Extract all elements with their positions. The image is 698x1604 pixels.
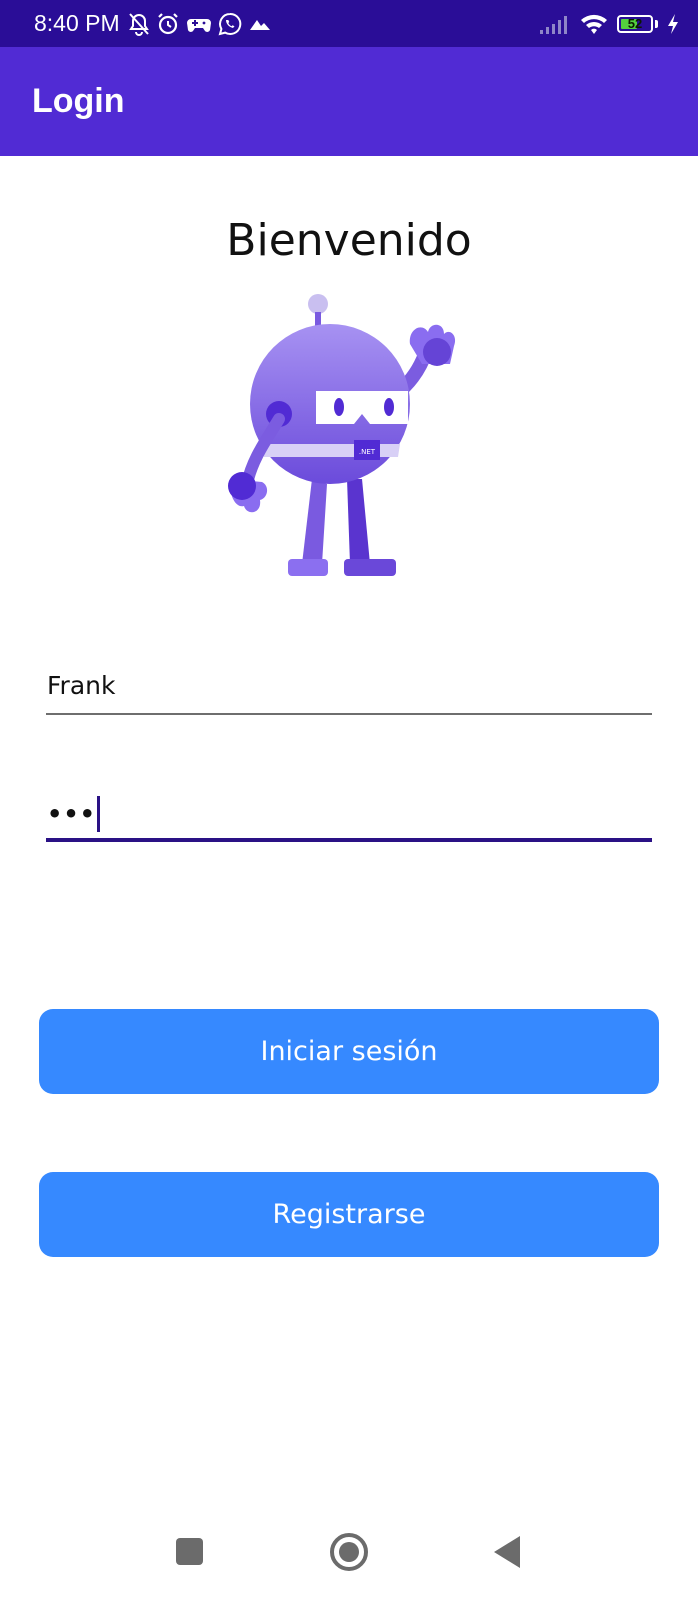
recents-icon[interactable] bbox=[176, 1538, 203, 1565]
register-button[interactable]: Registrarse bbox=[39, 1172, 659, 1257]
text-cursor bbox=[97, 796, 101, 832]
username-field[interactable]: Frank bbox=[46, 665, 652, 715]
battery-icon: 52 bbox=[617, 14, 653, 33]
username-value: Frank bbox=[47, 671, 116, 700]
whatsapp-icon bbox=[218, 12, 242, 36]
alarm-icon bbox=[156, 12, 180, 36]
mountain-icon bbox=[248, 14, 272, 34]
gamepad-icon bbox=[186, 13, 212, 35]
back-icon[interactable] bbox=[494, 1536, 520, 1568]
signal-icon bbox=[539, 13, 571, 35]
status-right: 52 bbox=[539, 12, 680, 36]
status-time: 8:40 PM bbox=[34, 10, 120, 36]
battery-level: 52 bbox=[627, 16, 643, 31]
wifi-icon bbox=[579, 12, 609, 36]
login-button[interactable]: Iniciar sesión bbox=[39, 1009, 659, 1094]
status-bar: 8:40 PM 52 bbox=[0, 0, 698, 47]
home-icon[interactable] bbox=[330, 1533, 368, 1571]
bell-off-icon bbox=[128, 12, 150, 36]
dotnet-bot-illustration: .NET bbox=[222, 294, 472, 594]
password-masked-value: ••• bbox=[47, 800, 97, 828]
dotnet-badge: .NET bbox=[359, 448, 376, 456]
password-field[interactable]: ••• bbox=[46, 790, 652, 842]
welcome-heading: Bienvenido bbox=[226, 215, 472, 266]
page-title: Login bbox=[32, 82, 125, 120]
charging-icon bbox=[666, 13, 680, 35]
battery-cap bbox=[655, 19, 658, 28]
system-nav-bar bbox=[0, 1510, 698, 1600]
app-bar: Login bbox=[0, 47, 698, 156]
status-left: 8:40 PM bbox=[34, 10, 272, 37]
